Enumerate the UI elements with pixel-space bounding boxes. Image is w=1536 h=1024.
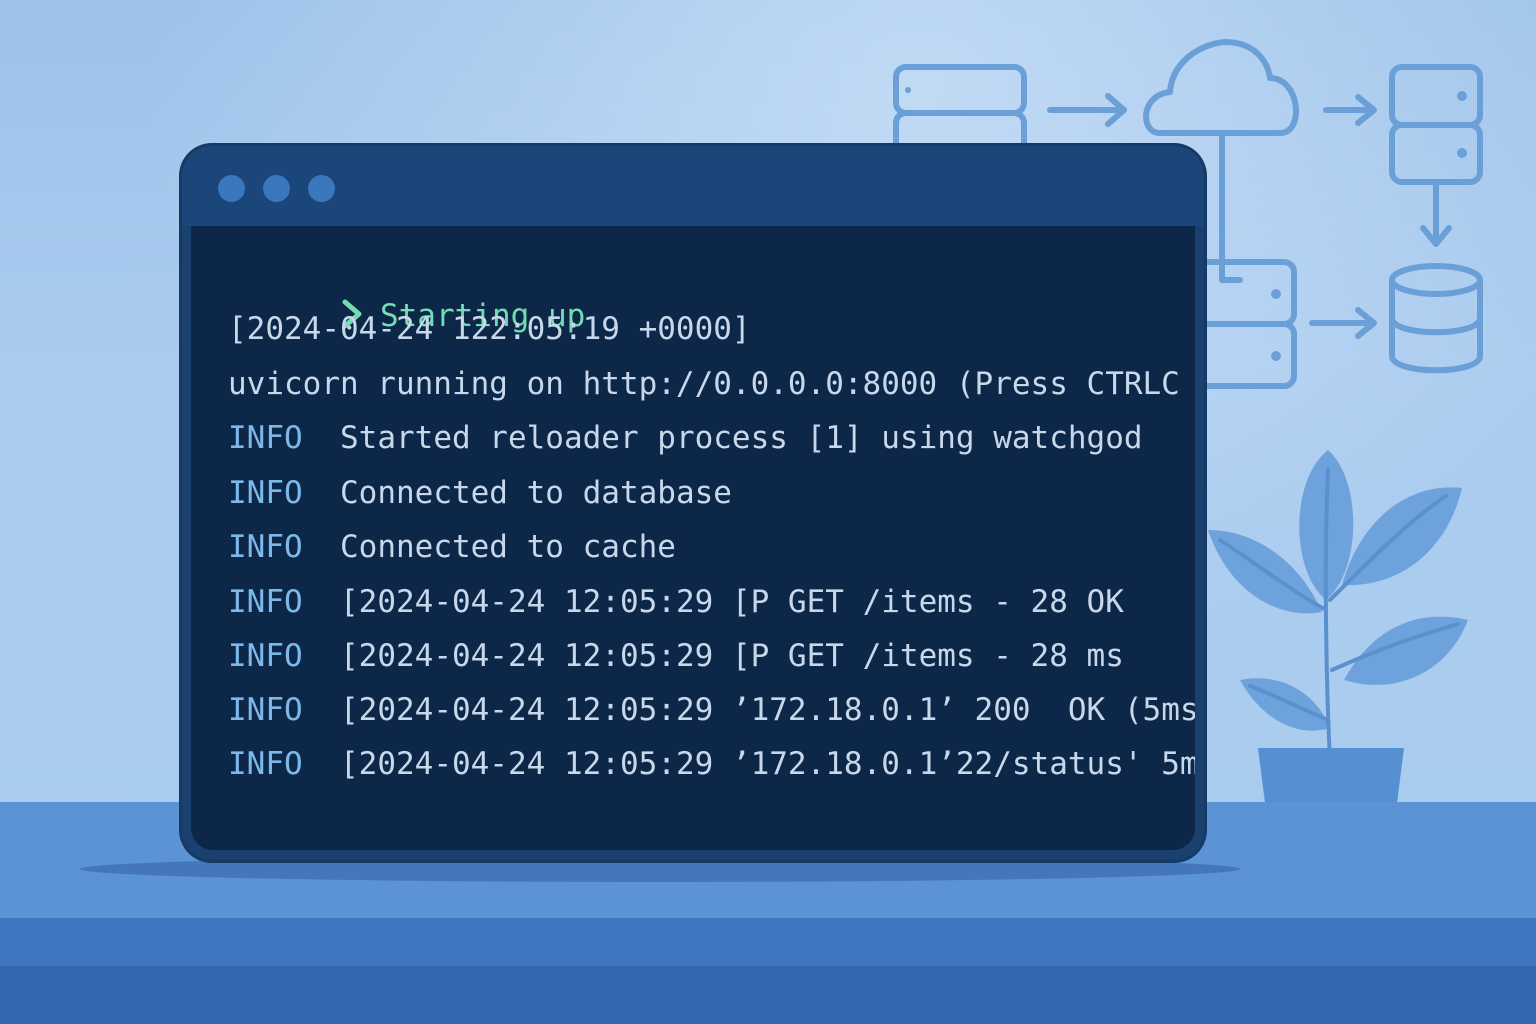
log-level: INFO	[228, 746, 303, 782]
log-message: Started reloader process [1] using watch…	[340, 420, 1143, 456]
log-line: INFO Connected to cache	[228, 527, 676, 567]
server-running-line: uvicorn running on http://0.0.0.0:8000 (…	[228, 366, 1180, 402]
arrow-right-icon	[1323, 94, 1377, 126]
log-line: INFO [2024-04-24 12:05:29 ’172.18.0.1’22/…	[228, 744, 1195, 784]
log-message: [2024-04-24 12:05:29 ’172.18.0.1’22/stat…	[340, 746, 1195, 782]
window-control-dot-1[interactable]	[218, 175, 245, 202]
log-level: INFO	[228, 420, 303, 456]
log-level: INFO	[228, 529, 303, 565]
desk-front	[0, 966, 1536, 1024]
log-line: INFO Connected to database	[228, 473, 732, 513]
terminal-window[interactable]: Starting up [2024-04-24 122:05:19 +0000]…	[182, 146, 1204, 860]
log-line: INFO Started reloader process [1] using w…	[228, 418, 1143, 458]
terminal-output[interactable]: Starting up [2024-04-24 122:05:19 +0000]…	[191, 226, 1195, 850]
log-line: INFO [2024-04-24 12:05:29 [P GET /items -…	[228, 636, 1124, 676]
log-message: [2024-04-24 12:05:29 [P GET /items - 28 …	[340, 584, 1124, 620]
log-message: Connected to cache	[340, 529, 676, 565]
log-level: INFO	[228, 475, 303, 511]
log-level: INFO	[228, 584, 303, 620]
arrow-right-icon	[1309, 307, 1377, 339]
arrow-down-icon	[1420, 183, 1452, 247]
log-message: Connected to database	[340, 475, 732, 511]
database-icon	[1389, 263, 1483, 374]
log-message: [2024-04-24 12:05:29 ’172.18.0.1’ 200 OK…	[340, 692, 1195, 728]
timestamp-line: [2024-04-24 122:05:19 +0000]	[228, 311, 751, 347]
log-message: [2024-04-24 12:05:29 [P GET /items - 28 …	[340, 638, 1124, 674]
server-icon	[1389, 64, 1483, 185]
log-level: INFO	[228, 692, 303, 728]
log-line: INFO [2024-04-24 12:05:29 [P GET /items -…	[228, 582, 1124, 622]
plant-icon	[1208, 450, 1468, 846]
arrow-right-icon	[1047, 93, 1127, 127]
terminal-titlebar[interactable]	[182, 146, 1204, 226]
log-level: INFO	[228, 638, 303, 674]
log-line: INFO [2024-04-24 12:05:29 ’172.18.0.1’ 20…	[228, 690, 1195, 730]
window-control-dot-3[interactable]	[308, 175, 335, 202]
window-control-dot-2[interactable]	[263, 175, 290, 202]
cloud-icon	[1143, 39, 1299, 136]
desk-edge	[0, 918, 1536, 968]
